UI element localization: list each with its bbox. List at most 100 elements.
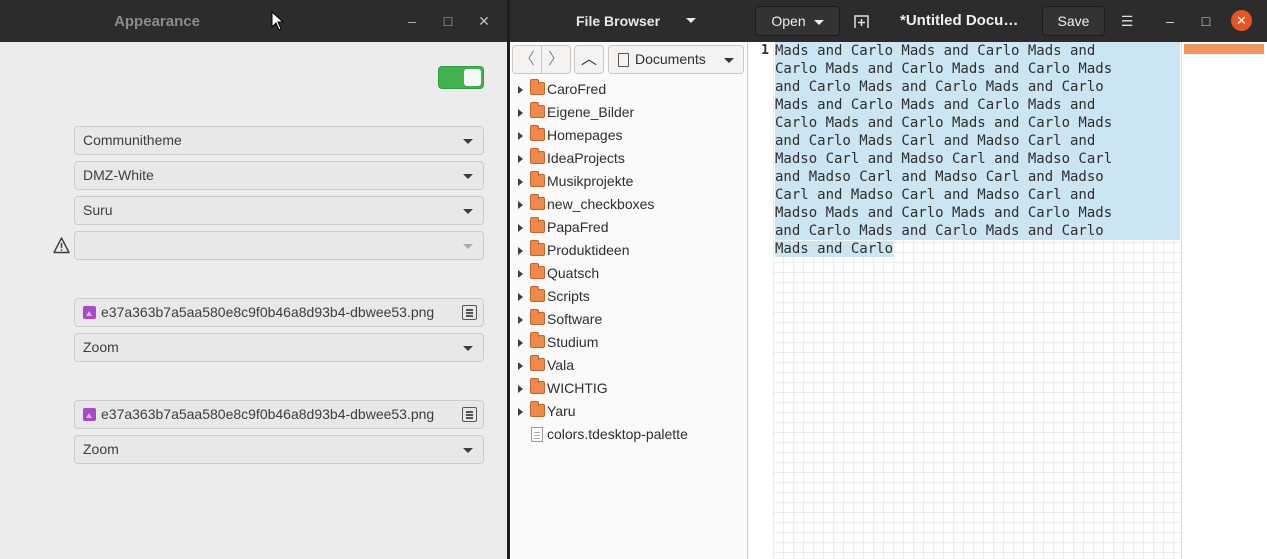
tree-row[interactable]: Homepages — [510, 124, 746, 147]
text-line: Mads and Carlo Mads and Carlo Mads and — [775, 42, 1180, 60]
tree-row[interactable]: IdeaProjects — [510, 147, 746, 170]
folder-icon — [530, 401, 545, 417]
text-line: and Carlo Mads Carl and Madso Carl and — [775, 132, 1180, 150]
tree-row[interactable]: Musikprojekte — [510, 170, 746, 193]
folder-icon — [530, 171, 545, 187]
sound-theme-select[interactable] — [74, 231, 484, 260]
background-mode-select[interactable]: Zoom — [74, 333, 484, 362]
location-select[interactable]: Documents — [608, 45, 744, 74]
tree-row[interactable]: Software — [510, 308, 746, 331]
cursor-theme-value: DMZ-White — [83, 167, 154, 183]
tree-row-label: Studium — [547, 334, 599, 350]
folder-icon — [530, 125, 545, 141]
appearance-titlebar[interactable]: Appearance – □ ✕ — [0, 0, 507, 42]
tree-row[interactable]: Vala — [510, 354, 746, 377]
tree-row[interactable]: WICHTIG — [510, 377, 746, 400]
tree-row[interactable]: Eigene_Bilder — [510, 101, 746, 124]
expander-icon[interactable] — [518, 224, 523, 232]
expander-icon[interactable] — [518, 316, 523, 324]
minimize-button[interactable]: – — [401, 10, 423, 32]
folder-icon — [530, 148, 545, 164]
expander-icon[interactable] — [518, 178, 523, 186]
expander-icon[interactable] — [518, 155, 523, 163]
background-file-chooser[interactable]: e37a363b7a5aa580e8c9f0b46a8d93b4-dbwee53… — [74, 298, 484, 327]
open-file-icon[interactable] — [462, 305, 477, 320]
tree-row-label: CaroFred — [547, 81, 607, 97]
tree-row-label: Eigene_Bilder — [547, 104, 635, 120]
expander-icon[interactable] — [518, 132, 523, 140]
text-line: Mads and Carlo Mads and Carlo Mads and — [775, 96, 1180, 114]
folder-icon — [530, 240, 545, 256]
tree-row[interactable]: CaroFred — [510, 78, 746, 101]
text-editor-window: File Browser Open *Untitled Docu… Save ☰… — [510, 0, 1267, 559]
document-icon — [618, 53, 629, 67]
expander-icon[interactable] — [518, 109, 523, 117]
expander-icon[interactable] — [518, 201, 523, 209]
tree-row-label: Produktideen — [547, 242, 630, 258]
folder-icon — [530, 332, 545, 348]
line-number-gutter: 1 — [749, 42, 773, 559]
minimize-button[interactable]: – — [1160, 11, 1180, 31]
icon-theme-select[interactable]: Suru — [74, 196, 484, 225]
text-line: Madso Mads and Carlo Mads and Carlo Mads — [775, 204, 1180, 222]
tree-row[interactable]: Scripts — [510, 285, 746, 308]
gtk-theme-select[interactable]: Communitheme — [74, 126, 484, 155]
new-tab-icon[interactable] — [853, 13, 870, 29]
expander-icon[interactable] — [518, 86, 523, 94]
chevron-down-icon[interactable] — [686, 18, 696, 23]
open-button[interactable]: Open — [755, 6, 840, 36]
expander-icon[interactable] — [518, 408, 523, 416]
icon-theme-value: Suru — [83, 202, 113, 218]
minimap[interactable] — [1181, 42, 1267, 559]
tree-row-label: Yaru — [547, 403, 576, 419]
tree-row[interactable]: Quatsch — [510, 262, 746, 285]
maximize-button[interactable]: □ — [1196, 11, 1216, 31]
text-line: and Carlo Mads and Carlo Mads and Carlo — [775, 222, 1180, 240]
tree-row[interactable]: Produktideen — [510, 239, 746, 262]
tree-row-label: new_checkboxes — [547, 196, 655, 212]
save-button[interactable]: Save — [1042, 6, 1105, 36]
folder-icon — [530, 355, 545, 371]
tree-row[interactable]: colors.tdesktop-palette — [510, 423, 746, 446]
lockscreen-file-chooser[interactable]: e37a363b7a5aa580e8c9f0b46a8d93b4-dbwee53… — [74, 400, 484, 429]
lockscreen-mode-select[interactable]: Zoom — [74, 435, 484, 464]
close-button[interactable]: ✕ — [473, 10, 495, 32]
tree-row-label: PapaFred — [547, 219, 609, 235]
side-panel-title[interactable]: File Browser — [576, 13, 660, 29]
tree-row[interactable]: Studium — [510, 331, 746, 354]
document-text[interactable]: Mads and Carlo Mads and Carlo Mads and Ca… — [775, 42, 1180, 258]
expander-icon[interactable] — [518, 247, 523, 255]
dark-mode-switch[interactable] — [438, 66, 484, 89]
tree-row-label: Homepages — [547, 127, 623, 143]
expander-icon[interactable] — [518, 339, 523, 347]
text-line: Madso Carl and Madso Carl and Madso Carl — [775, 150, 1180, 168]
selected-text: Mads and Carlo — [775, 241, 894, 257]
text-area[interactable]: Mads and Carlo Mads and Carlo Mads and Ca… — [773, 42, 1181, 559]
forward-button[interactable]: 〉 — [541, 45, 571, 74]
text-line: and Carlo Mads and Carlo Mads and Carlo — [775, 78, 1180, 96]
up-button[interactable]: ︿ — [574, 45, 604, 74]
maximize-button[interactable]: □ — [437, 10, 459, 32]
back-button[interactable]: 〈 — [512, 45, 542, 74]
minimap-viewport[interactable] — [1184, 44, 1264, 54]
expander-icon[interactable] — [518, 362, 523, 370]
selected-text: Madso Carl and Madso Carl and Madso Carl — [775, 151, 1113, 167]
image-file-icon — [83, 408, 96, 421]
editor-headerbar[interactable]: File Browser Open *Untitled Docu… Save ☰… — [510, 0, 1267, 42]
tree-row[interactable]: new_checkboxes — [510, 193, 746, 216]
file-browser-toolbar: 〈 〉 ︿ Documents — [512, 44, 744, 74]
cursor-theme-select[interactable]: DMZ-White — [74, 161, 484, 190]
expander-icon[interactable] — [518, 293, 523, 301]
close-button[interactable]: ✕ — [1231, 10, 1252, 31]
expander-icon[interactable] — [518, 385, 523, 393]
open-file-icon[interactable] — [462, 407, 477, 422]
tree-row[interactable]: Yaru — [510, 400, 746, 423]
hamburger-menu-icon[interactable]: ☰ — [1117, 11, 1137, 31]
background-mode-value: Zoom — [83, 339, 119, 355]
folder-icon — [530, 286, 545, 302]
folder-icon — [530, 194, 545, 210]
tree-row[interactable]: PapaFred — [510, 216, 746, 239]
folder-icon — [530, 217, 545, 233]
expander-icon[interactable] — [518, 270, 523, 278]
text-editor[interactable]: 1 Mads and Carlo Mads and Carlo Mads and… — [749, 42, 1181, 559]
